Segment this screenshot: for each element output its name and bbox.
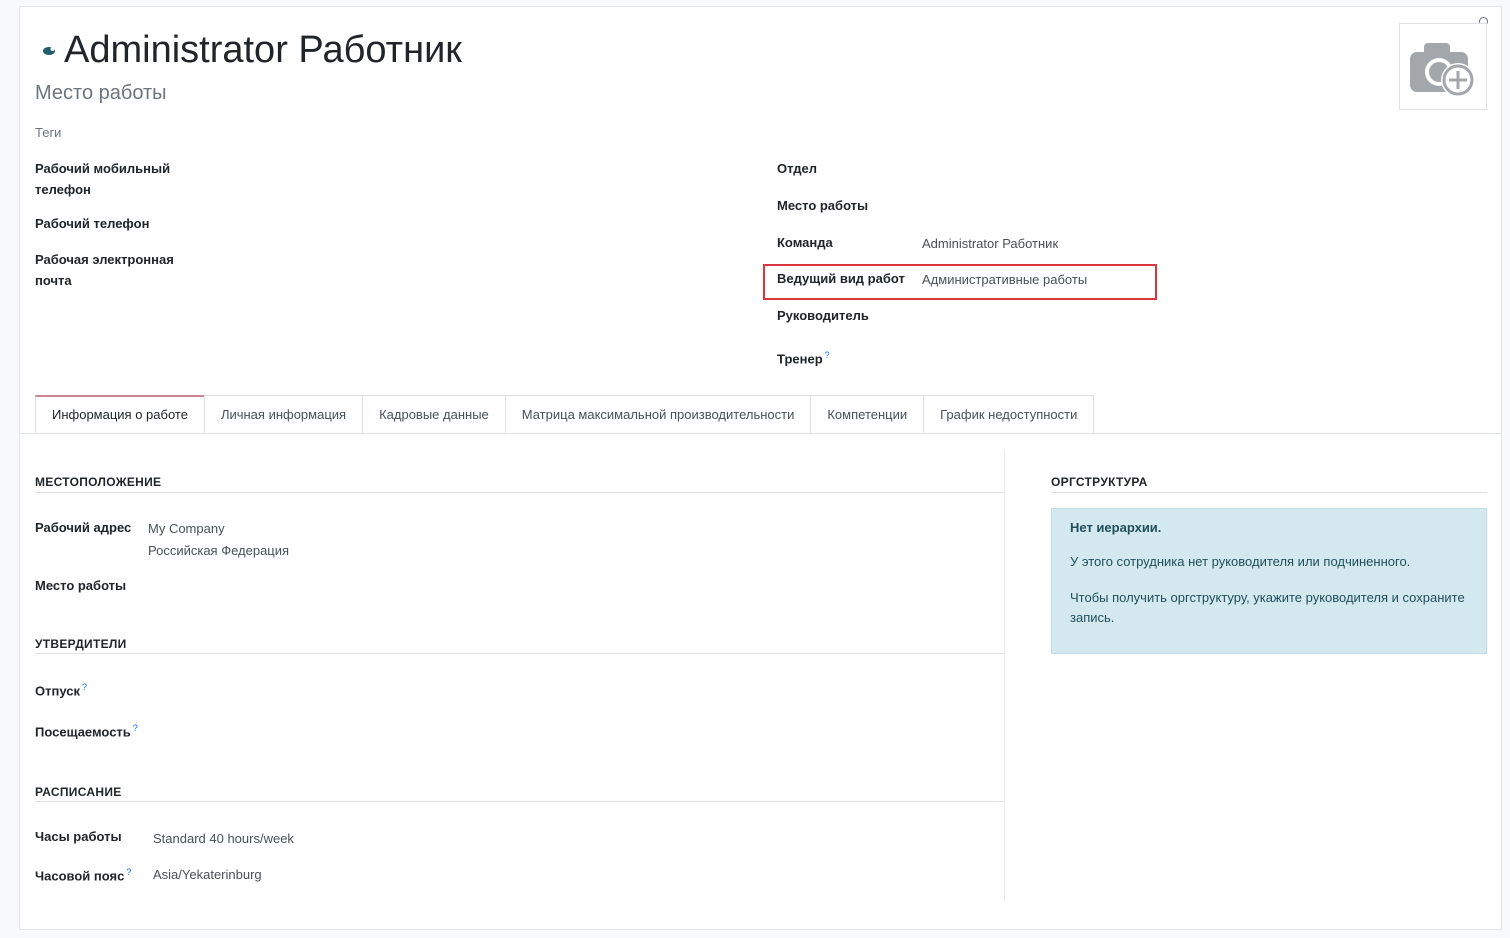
tab-skills[interactable]: Компетенции <box>810 395 925 433</box>
job-position-label: Место работы <box>777 198 869 213</box>
work-address-country: Российская Федерация <box>148 543 290 558</box>
work-location-input[interactable] <box>148 575 648 596</box>
timezone-label-text: Часовой пояс <box>35 868 125 884</box>
tags-input[interactable]: Теги <box>35 125 61 140</box>
org-chart-divider <box>1051 492 1487 493</box>
team-label: Команда <box>777 235 833 250</box>
timezone-value[interactable]: Asia/Yekaterinburg <box>153 864 262 885</box>
alert-text-2: Чтобы получить оргструктуру, укажите рук… <box>1070 590 1465 625</box>
timezone-label: Часовой пояс? <box>35 862 131 886</box>
work-address-label: Рабочий адрес <box>35 520 132 535</box>
time-off-label-text: Отпуск <box>35 683 80 699</box>
location-section-title: МЕСТОПОЛОЖЕНИЕ <box>35 475 162 489</box>
employee-name-input[interactable]: Administrator Работник <box>64 28 462 72</box>
work-mobile-label: Рабочий мобильный телефон <box>35 161 171 197</box>
location-section-divider <box>35 492 1004 493</box>
manager-label: Руководитель <box>777 308 869 323</box>
work-address-company[interactable]: My Company <box>148 518 225 539</box>
form-tabs: Информация о работе Личная информация Ка… <box>35 395 1095 433</box>
job-position-input[interactable] <box>922 195 1422 216</box>
tabs-divider <box>19 433 1502 434</box>
camera-plus-icon <box>1410 43 1475 97</box>
timezone-help-icon[interactable]: ? <box>126 867 131 877</box>
department-input[interactable] <box>922 158 1422 179</box>
approvers-section-divider <box>35 653 1004 654</box>
tab-performance-matrix[interactable]: Матрица максимальной производительности <box>504 395 812 433</box>
schedule-section-divider <box>35 801 1004 802</box>
schedule-section-title: РАСПИСАНИЕ <box>35 785 122 799</box>
attendance-help-icon[interactable]: ? <box>133 723 138 733</box>
alert-title: Нет иерархии. <box>1070 520 1162 535</box>
attendance-approver-input[interactable] <box>180 718 680 739</box>
team-value[interactable]: Administrator Работник <box>922 233 1058 254</box>
presence-dot-icon <box>42 43 56 57</box>
employee-name-row: Administrator Работник <box>42 28 462 72</box>
time-off-approver-label: Отпуск? <box>35 677 87 701</box>
no-hierarchy-alert: Нет иерархии. У этого сотрудника нет рук… <box>1051 508 1487 654</box>
time-off-help-icon[interactable]: ? <box>82 682 87 692</box>
attendance-label-text: Посещаемость <box>35 724 131 740</box>
employee-form-sheet <box>19 6 1502 930</box>
coach-input[interactable] <box>922 345 1422 366</box>
job-title-input[interactable]: Место работы <box>35 82 167 105</box>
tab-hr-settings[interactable]: Кадровые данные <box>362 395 506 433</box>
work-phone-input[interactable] <box>220 213 720 234</box>
work-mobile-input[interactable] <box>220 158 720 179</box>
working-hours-value[interactable]: Standard 40 hours/week <box>153 828 294 849</box>
work-phone-label: Рабочий телефон <box>35 216 150 231</box>
tab-private-information[interactable]: Личная информация <box>203 395 364 433</box>
working-hours-label: Часы работы <box>35 829 122 844</box>
tab-unavailability-schedule[interactable]: График недоступности <box>923 395 1095 433</box>
attendance-approver-label: Посещаемость? <box>35 718 138 742</box>
work-location-label: Место работы <box>35 578 127 593</box>
work-email-label: Рабочая электронная почта <box>35 252 174 288</box>
department-label: Отдел <box>777 161 818 176</box>
approvers-section-title: УТВЕРДИТЕЛИ <box>35 637 127 651</box>
lead-activity-highlight <box>763 264 1157 300</box>
avatar-upload[interactable] <box>1399 23 1487 110</box>
column-separator <box>1004 450 1005 900</box>
coach-help-icon[interactable]: ? <box>825 350 830 360</box>
manager-input[interactable] <box>922 305 1422 326</box>
alert-text-1: У этого сотрудника нет руководителя или … <box>1070 554 1411 569</box>
time-off-approver-input[interactable] <box>180 677 680 698</box>
coach-label: Тренер? <box>777 345 830 369</box>
org-chart-title: ОРГСТРУКТУРА <box>1051 475 1148 489</box>
work-email-input[interactable] <box>220 249 720 270</box>
tab-work-information[interactable]: Информация о работе <box>35 395 205 433</box>
coach-label-text: Тренер <box>777 351 823 367</box>
